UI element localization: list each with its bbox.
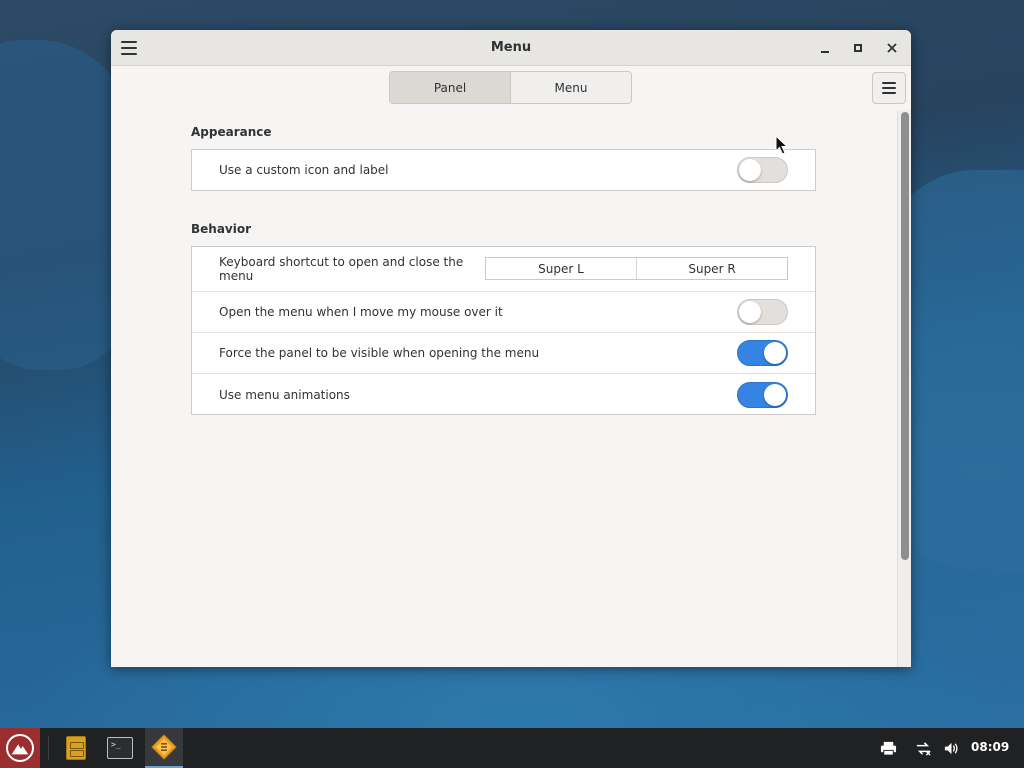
- maximize-button[interactable]: [848, 38, 868, 58]
- start-menu-button[interactable]: [0, 728, 40, 768]
- taskbar-clock[interactable]: 08:09: [971, 740, 1009, 754]
- list-item: Keyboard shortcut to open and close the …: [192, 247, 815, 292]
- shortcut-super-r-button[interactable]: Super R: [636, 258, 787, 279]
- vertical-scrollbar[interactable]: [897, 110, 911, 667]
- menu-settings-window: Menu Panel Menu Appearance Use a custom …: [111, 30, 911, 667]
- network-tray-button[interactable]: [914, 739, 932, 757]
- taskbar-terminal[interactable]: >_: [101, 728, 139, 768]
- hover-open-toggle[interactable]: [737, 299, 788, 325]
- minimize-button[interactable]: [815, 38, 835, 58]
- shortcut-selector: Super L Super R: [485, 257, 788, 280]
- shortcut-label: Keyboard shortcut to open and close the …: [219, 255, 464, 283]
- printer-icon: [880, 741, 896, 756]
- scrollbar-thumb[interactable]: [901, 112, 909, 560]
- taskbar: >_ 08:09: [0, 728, 1024, 768]
- window-title: Menu: [490, 40, 532, 55]
- close-icon: [887, 43, 897, 53]
- force-panel-toggle[interactable]: [737, 340, 788, 366]
- taskbar-menu-settings[interactable]: [145, 728, 183, 768]
- appearance-list: Use a custom icon and label: [191, 149, 816, 191]
- custom-icon-toggle[interactable]: [737, 157, 788, 183]
- volume-icon: [944, 742, 958, 754]
- hamburger-icon: [882, 82, 896, 94]
- appearance-heading: Appearance: [191, 125, 272, 139]
- tab-menu[interactable]: Menu: [510, 72, 631, 103]
- printer-tray-button[interactable]: [879, 739, 897, 757]
- behavior-list: Keyboard shortcut to open and close the …: [191, 246, 816, 415]
- animations-toggle[interactable]: [737, 381, 788, 408]
- custom-icon-label: Use a custom icon and label: [219, 163, 389, 177]
- shortcut-super-l-button[interactable]: Super L: [486, 258, 636, 279]
- taskbar-separator: [48, 736, 49, 760]
- main-menu-button[interactable]: [872, 72, 906, 104]
- view-switcher: Panel Menu: [389, 71, 632, 104]
- list-item: Force the panel to be visible when openi…: [192, 333, 815, 374]
- hover-open-label: Open the menu when I move my mouse over …: [219, 305, 503, 319]
- tab-panel[interactable]: Panel: [390, 72, 510, 103]
- animations-label: Use menu animations: [219, 387, 350, 402]
- network-icon: [916, 741, 931, 756]
- mouse-cursor-icon: [775, 135, 789, 155]
- list-item: Use a custom icon and label: [192, 150, 815, 190]
- terminal-icon: >_: [107, 737, 133, 759]
- taskbar-file-manager[interactable]: [57, 728, 95, 768]
- start-menu-icon: [6, 734, 34, 762]
- list-item: Use menu animations: [192, 374, 815, 415]
- force-panel-label: Force the panel to be visible when openi…: [219, 346, 540, 360]
- minimize-icon: [821, 51, 829, 53]
- list-item: Open the menu when I move my mouse over …: [192, 292, 815, 333]
- behavior-heading: Behavior: [191, 222, 252, 236]
- volume-tray-button[interactable]: [942, 739, 960, 757]
- menu-app-icon: [151, 734, 177, 760]
- title-bar: Menu: [111, 30, 911, 66]
- close-button[interactable]: [882, 38, 902, 58]
- maximize-icon: [854, 44, 862, 52]
- file-manager-icon: [66, 736, 86, 760]
